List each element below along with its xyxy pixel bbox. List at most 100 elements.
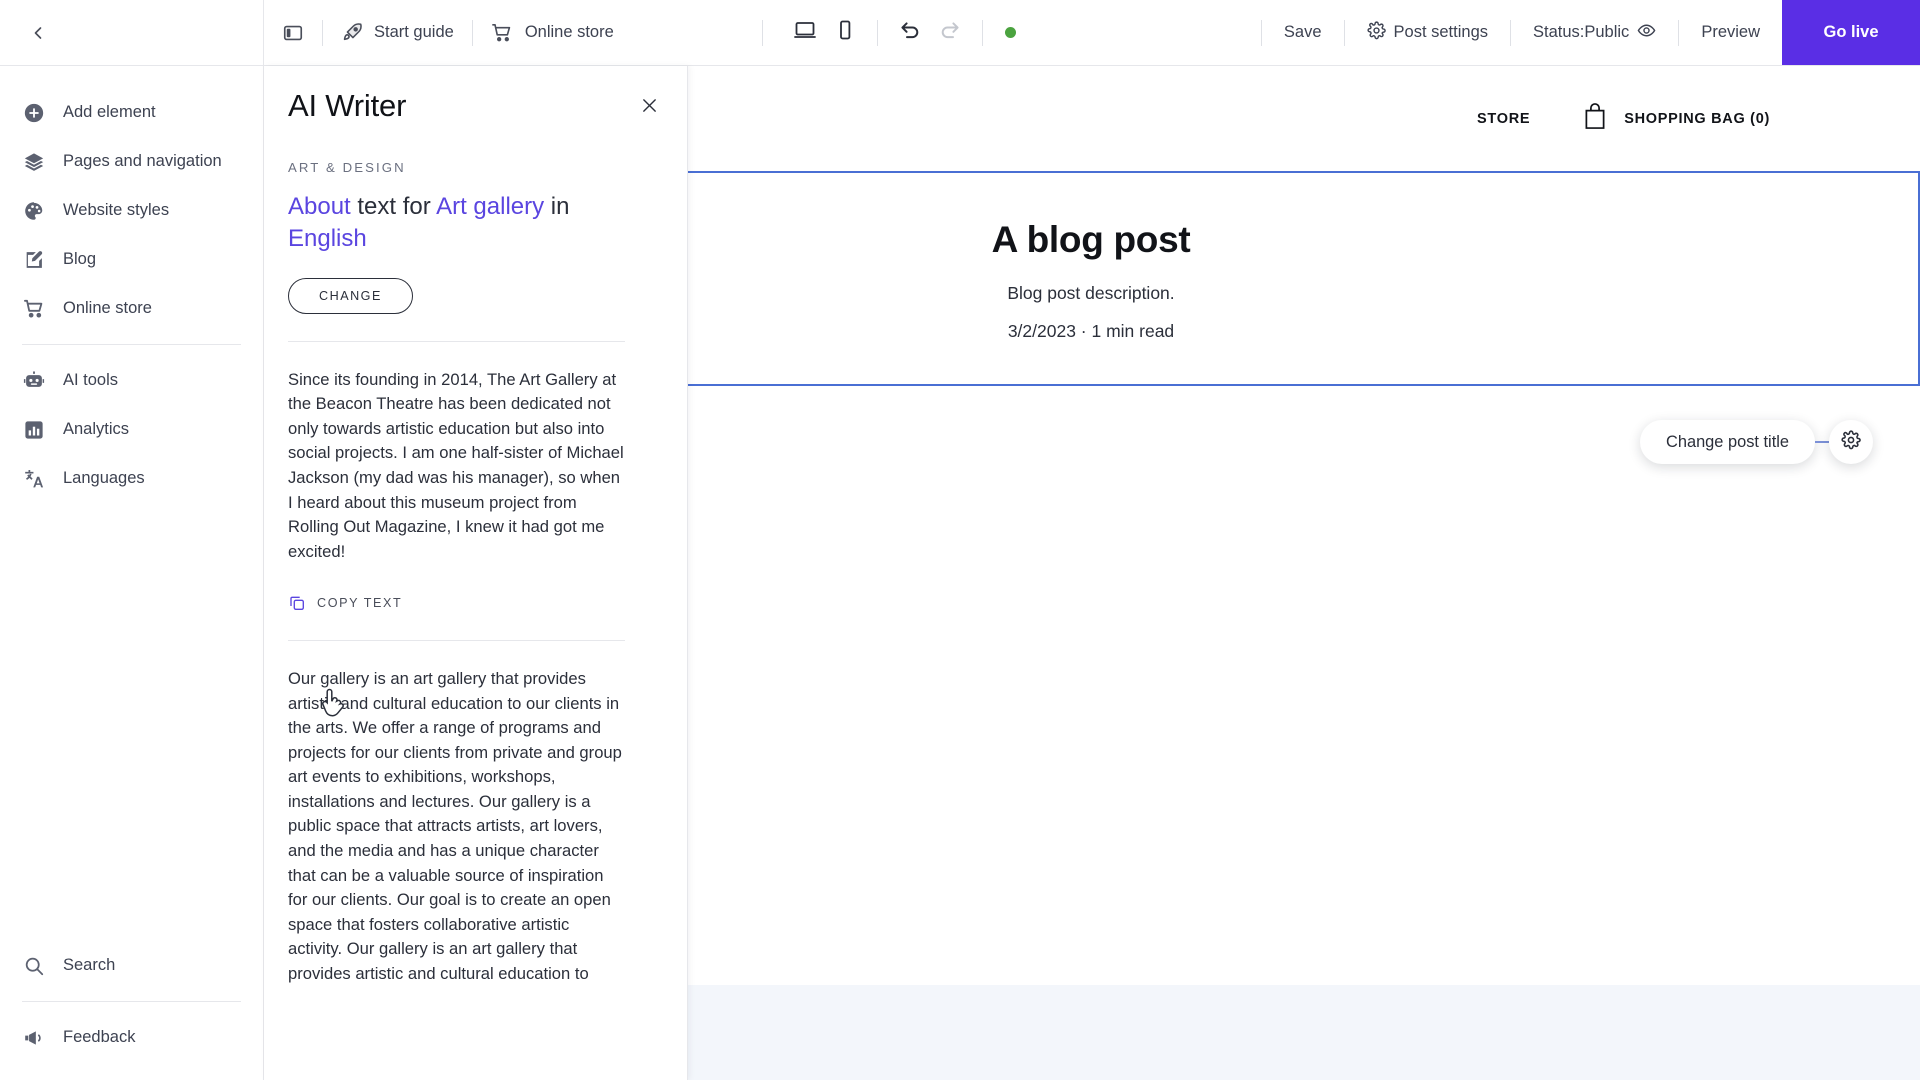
- sidebar-item-online-store[interactable]: Online store: [0, 284, 263, 333]
- start-guide-label: Start guide: [374, 23, 454, 41]
- redo-icon: [938, 18, 962, 47]
- left-sidebar: Add element Pages and navigation Website…: [0, 66, 264, 1080]
- ai-result-text-1: Since its founding in 2014, The Art Gall…: [288, 369, 624, 561]
- preview-button[interactable]: Preview: [1679, 0, 1782, 65]
- ai-writer-category: ART & DESIGN: [288, 160, 406, 175]
- change-post-title-tooltip-group: Change post title: [1640, 420, 1874, 464]
- copy-text-button[interactable]: COPY TEXT: [288, 594, 625, 612]
- prompt-connector-1: text for: [350, 193, 437, 220]
- ai-writer-header: AI Writer: [264, 66, 687, 124]
- shopping-bag-label: SHOPPING BAG (0): [1624, 110, 1770, 127]
- sidebar-bottom-group: Search Feedback: [0, 941, 263, 1080]
- sidebar-item-label: Languages: [63, 469, 145, 487]
- tooltip-label: Change post title: [1666, 432, 1790, 451]
- toolbar-divider: [876, 19, 878, 46]
- shopping-cart-icon: [22, 297, 46, 321]
- sidebar-item-label: Website styles: [63, 201, 170, 219]
- sidebar-item-blog[interactable]: Blog: [0, 235, 263, 284]
- sidebar-divider: [22, 344, 241, 345]
- sidebar-item-add-element[interactable]: Add element: [0, 88, 263, 137]
- panel-divider: [288, 640, 625, 642]
- copy-icon: [288, 594, 306, 612]
- ai-writer-body: ART & DESIGN About text for Art gallery …: [264, 160, 687, 986]
- sidebar-divider: [22, 1001, 241, 1002]
- post-settings-gear-button[interactable]: [1829, 420, 1874, 464]
- save-label: Save: [1283, 23, 1322, 41]
- prompt-type: About: [288, 193, 351, 220]
- plus-circle-icon: [22, 101, 46, 125]
- go-live-label: Go live: [1823, 23, 1879, 41]
- sidebar-item-label: Online store: [63, 299, 152, 317]
- sidebar-item-search[interactable]: Search: [0, 941, 263, 990]
- sidebar-item-languages[interactable]: Languages: [0, 454, 263, 503]
- prompt-connector-2: in: [544, 193, 570, 220]
- save-button[interactable]: Save: [1262, 0, 1344, 65]
- online-store-label: Online store: [524, 23, 614, 41]
- sidebar-item-label: Pages and navigation: [63, 152, 222, 170]
- rocket-icon: [341, 22, 363, 44]
- back-button[interactable]: [22, 17, 54, 49]
- sidebar-panel-icon: [282, 22, 304, 44]
- toolbar-left-section: [0, 0, 264, 65]
- search-icon: [22, 954, 46, 978]
- prompt-topic: Art gallery: [436, 193, 545, 220]
- shopping-bag-button[interactable]: SHOPPING BAG (0): [1582, 102, 1770, 135]
- bar-chart-icon: [22, 418, 46, 442]
- sidebar-item-label: Add element: [63, 103, 156, 121]
- prompt-language: English: [288, 224, 367, 252]
- sidebar-item-label: AI tools: [63, 371, 119, 389]
- site-nav-store-link[interactable]: STORE: [1477, 111, 1530, 127]
- sidebar-item-website-styles[interactable]: Website styles: [0, 186, 263, 235]
- sidebar-item-label: Feedback: [63, 1028, 136, 1046]
- saved-indicator-dot: [1004, 27, 1016, 38]
- translate-icon: [22, 467, 46, 491]
- gear-icon: [1841, 429, 1861, 455]
- sidebar-item-ai-tools[interactable]: AI tools: [0, 356, 263, 405]
- gear-icon: [1367, 20, 1386, 45]
- website-builder-app: Start guide Online store Save Post setti…: [0, 0, 1920, 1080]
- undo-icon: [898, 18, 922, 47]
- ai-writer-panel: AI Writer ART & DESIGN About text for Ar…: [264, 66, 688, 1080]
- desktop-view-button[interactable]: [785, 13, 825, 53]
- undo-button[interactable]: [890, 13, 930, 53]
- change-button[interactable]: CHANGE: [288, 277, 413, 314]
- sidebar-item-pages-and-navigation[interactable]: Pages and navigation: [0, 137, 263, 186]
- top-toolbar: Start guide Online store Save Post setti…: [0, 0, 1920, 66]
- toolbar-main-section: Start guide Online store Save Post setti…: [264, 0, 1920, 65]
- status-badge[interactable]: Status:Public: [1511, 0, 1678, 65]
- preview-label: Preview: [1701, 23, 1760, 41]
- mobile-view-icon: [833, 18, 857, 47]
- ai-writer-title: AI Writer: [288, 88, 407, 123]
- sidebar-item-label: Search: [63, 956, 116, 974]
- blog-pencil-icon: [22, 248, 46, 272]
- tooltip-connector: [1815, 441, 1830, 443]
- online-store-button[interactable]: Online store: [473, 0, 632, 65]
- close-panel-button[interactable]: [635, 94, 663, 122]
- shopping-cart-icon: [491, 21, 514, 44]
- mobile-view-button[interactable]: [825, 13, 865, 53]
- palette-icon: [22, 199, 46, 223]
- toolbar-divider: [981, 19, 983, 46]
- panel-divider: [288, 340, 625, 342]
- go-live-button[interactable]: Go live: [1782, 0, 1920, 65]
- megaphone-icon: [22, 1026, 46, 1050]
- copy-text-label: COPY TEXT: [317, 596, 403, 611]
- ai-writer-prompt: About text for Art gallery in English: [288, 191, 625, 255]
- redo-button[interactable]: [930, 13, 970, 53]
- layers-icon: [22, 150, 46, 174]
- desktop-view-icon: [793, 18, 817, 47]
- sidebar-item-analytics[interactable]: Analytics: [0, 405, 263, 454]
- sidebar-primary-group: Add element Pages and navigation Website…: [0, 66, 263, 503]
- panel-toggle-button[interactable]: [264, 0, 322, 65]
- close-icon: [641, 97, 658, 119]
- shopping-bag-icon: [1582, 102, 1608, 135]
- robot-icon: [22, 369, 46, 393]
- toolbar-divider: [761, 19, 763, 46]
- ai-result-text-2: Our gallery is an art gallery that provi…: [288, 669, 622, 983]
- change-post-title-tooltip[interactable]: Change post title: [1640, 420, 1816, 464]
- start-guide-button[interactable]: Start guide: [323, 0, 472, 65]
- post-settings-button[interactable]: Post settings: [1345, 0, 1510, 65]
- sidebar-item-label: Analytics: [63, 420, 130, 438]
- sidebar-item-feedback[interactable]: Feedback: [0, 1013, 263, 1062]
- sidebar-item-label: Blog: [63, 250, 97, 268]
